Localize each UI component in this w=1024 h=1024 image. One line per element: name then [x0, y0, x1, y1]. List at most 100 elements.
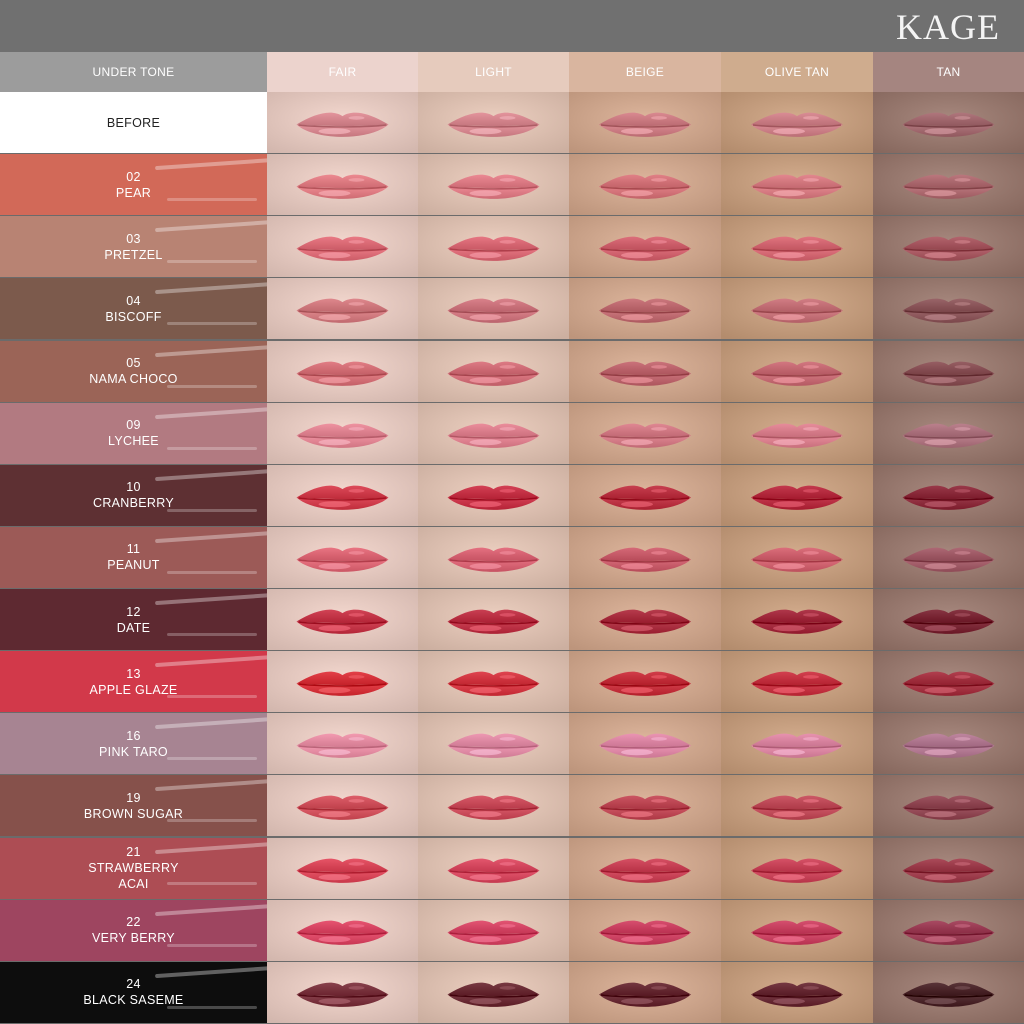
gloss-highlight	[167, 943, 257, 947]
lip-swatch-photo	[873, 340, 1024, 402]
lip-swatch-photo	[267, 92, 418, 153]
lip-swatch-photo	[569, 340, 721, 402]
gloss-highlight	[155, 220, 267, 233]
lip-swatch-photo	[721, 340, 873, 402]
lip-swatch-photo	[569, 589, 721, 651]
shade-name: STRAWBERRY	[88, 861, 179, 876]
gloss-highlight	[167, 633, 257, 637]
lip-swatch-photo	[418, 340, 569, 402]
lip-swatch-photo	[569, 154, 721, 216]
lip-swatch-photo	[569, 92, 721, 153]
lip-swatch-photo	[267, 775, 418, 837]
shade-number: 16	[126, 728, 141, 743]
gloss-highlight	[155, 779, 267, 792]
lip-swatch-photo	[267, 340, 418, 402]
shade-name: DATE	[116, 620, 151, 635]
lip-swatch-photo	[569, 837, 721, 899]
shade-label-10: 10 CRANBERRY	[0, 464, 267, 526]
lip-swatch-photo	[569, 899, 721, 961]
shade-label-04: 04 BISCOFF	[0, 278, 267, 340]
lip-swatch-photo	[267, 402, 418, 464]
header-row: UNDER TONE FAIR LIGHT BEIGE OLIVE TAN TAN	[0, 52, 1024, 92]
shade-name: NAMA CHOCO	[89, 372, 178, 387]
gloss-highlight	[167, 446, 257, 450]
tone-header-tan: TAN	[873, 52, 1024, 92]
gloss-highlight	[155, 717, 267, 730]
shade-name: PINK TARO	[99, 744, 168, 759]
gloss-highlight	[155, 468, 267, 481]
lip-swatch-photo	[569, 651, 721, 713]
shade-label-12: 12 DATE	[0, 589, 267, 651]
gloss-highlight	[167, 757, 257, 761]
shade-number: 24	[126, 977, 141, 992]
shade-number: 09	[126, 418, 141, 433]
lip-swatch-photo	[873, 92, 1024, 153]
gloss-highlight	[155, 282, 267, 295]
top-bar: KAGE	[0, 0, 1024, 52]
lip-swatch-photo	[267, 464, 418, 526]
lip-swatch-photo	[267, 278, 418, 340]
shade-number: 22	[126, 915, 141, 930]
lip-swatch-photo	[873, 589, 1024, 651]
lip-swatch-photo	[873, 899, 1024, 961]
gloss-highlight	[167, 198, 257, 202]
lip-swatch-photo	[569, 713, 721, 775]
lip-swatch-photo	[267, 899, 418, 961]
lip-swatch-photo	[418, 402, 569, 464]
lip-swatch-photo	[267, 526, 418, 588]
lip-swatch-photo	[569, 216, 721, 278]
lip-swatch-photo	[721, 278, 873, 340]
shade-label-24: 24 BLACK SASEME	[0, 961, 267, 1023]
tone-header-olive-tan: OLIVE TAN	[721, 52, 873, 92]
gloss-highlight	[155, 592, 267, 606]
shade-name: BISCOFF	[105, 309, 162, 324]
gloss-highlight	[167, 384, 257, 388]
lip-swatch-photo	[569, 775, 721, 837]
gloss-highlight	[155, 841, 267, 854]
lip-swatch-photo	[721, 526, 873, 588]
lip-swatch-photo	[721, 775, 873, 837]
lip-swatch-photo	[418, 713, 569, 775]
lip-swatch-photo	[418, 589, 569, 651]
lip-swatch-photo	[418, 154, 569, 216]
shade-name: BEFORE	[106, 115, 161, 130]
shade-name: APPLE GLAZE	[89, 682, 178, 697]
lip-swatch-photo	[418, 899, 569, 961]
lip-swatch-photo	[418, 651, 569, 713]
lip-swatch-photo	[721, 154, 873, 216]
tone-header-light: LIGHT	[418, 52, 569, 92]
lip-swatch-photo	[721, 651, 873, 713]
shade-name: ACAI	[118, 877, 149, 892]
undertone-header: UNDER TONE	[0, 52, 267, 92]
shade-name: PEANUT	[107, 558, 160, 573]
lip-swatch-photo	[721, 402, 873, 464]
lip-swatch-photo	[267, 837, 418, 899]
shade-name: LYCHEE	[108, 434, 159, 449]
lip-swatch-photo	[418, 837, 569, 899]
shade-name: PEAR	[115, 185, 152, 200]
shade-number: 02	[126, 169, 141, 184]
lip-swatch-photo	[418, 961, 569, 1023]
lip-swatch-photo	[873, 464, 1024, 526]
lip-swatch-photo	[418, 278, 569, 340]
lip-shade-chart: KAGE UNDER TONE FAIR LIGHT BEIGE OLIVE TAN T…	[0, 0, 1024, 1024]
tone-header-beige: BEIGE	[569, 52, 721, 92]
gloss-highlight	[167, 322, 257, 326]
shade-label-05: 05 NAMA CHOCO	[0, 340, 267, 402]
lip-swatch-photo	[873, 526, 1024, 588]
lip-swatch-photo	[569, 526, 721, 588]
lip-swatch-photo	[569, 278, 721, 340]
lip-swatch-photo	[267, 651, 418, 713]
gloss-highlight	[155, 654, 267, 668]
shade-label-02: 02 PEAR	[0, 154, 267, 216]
shade-name: BROWN SUGAR	[83, 806, 184, 821]
lip-swatch-photo	[267, 713, 418, 775]
lip-swatch-photo	[873, 775, 1024, 837]
gloss-highlight	[155, 530, 267, 544]
lip-swatch-photo	[873, 837, 1024, 899]
shade-number: 05	[126, 356, 141, 371]
shade-label-03: 03 PRETZEL	[0, 216, 267, 278]
lip-swatch-photo	[721, 713, 873, 775]
gloss-highlight	[167, 881, 257, 885]
lip-swatch-photo	[873, 961, 1024, 1023]
